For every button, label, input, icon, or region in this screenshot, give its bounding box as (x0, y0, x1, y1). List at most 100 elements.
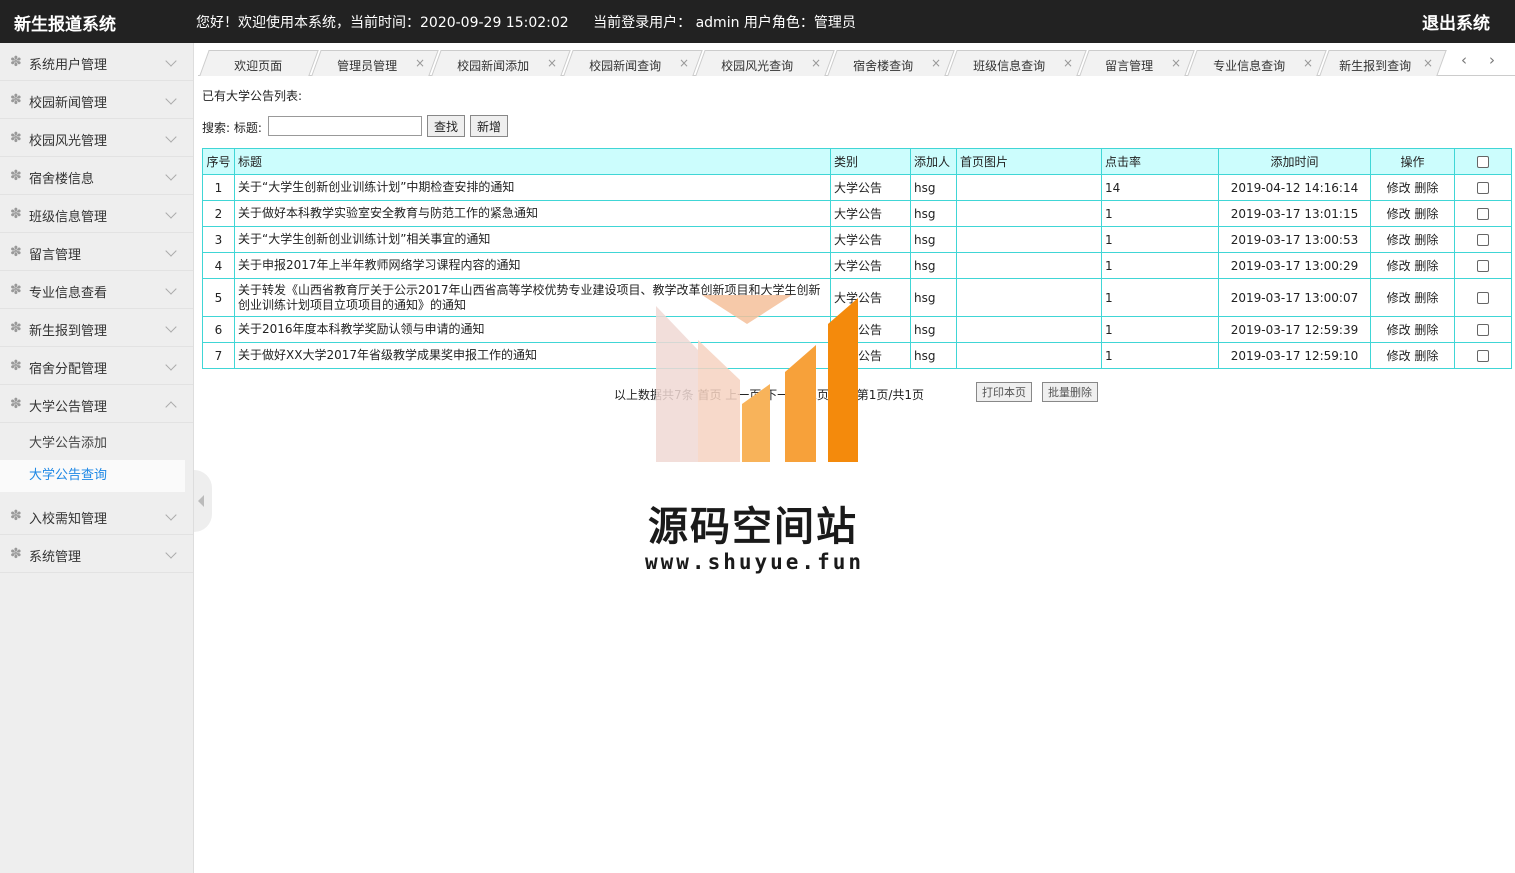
cell-time: 2019-03-17 13:00:53 (1218, 226, 1371, 253)
edit-link[interactable]: 修改 (1387, 207, 1411, 221)
cell-ops: 修改 删除 (1370, 316, 1455, 343)
edit-link[interactable]: 修改 (1387, 323, 1411, 337)
cell-clicks: 1 (1101, 226, 1219, 253)
close-icon[interactable]: × (1423, 56, 1433, 70)
delete-link[interactable]: 删除 (1414, 207, 1438, 221)
tab[interactable]: 欢迎页面 (199, 50, 319, 76)
sidebar-subitem[interactable]: 大学公告添加 (0, 428, 193, 460)
close-icon[interactable]: × (679, 56, 689, 70)
sidebar-item[interactable]: ✽ 班级信息管理 (0, 195, 193, 233)
cell-time: 2019-03-17 13:00:29 (1218, 252, 1371, 279)
row-checkbox[interactable] (1477, 324, 1489, 336)
cell-title: 关于做好本科教学实验室安全教育与防范工作的紧急通知 (234, 200, 831, 227)
sidebar-item[interactable]: ✽ 专业信息查看 (0, 271, 193, 309)
gear-icon: ✽ (10, 396, 22, 412)
delete-link[interactable]: 删除 (1414, 291, 1438, 305)
tab[interactable]: 班级信息查询 × (947, 50, 1087, 76)
close-icon[interactable]: × (1063, 56, 1073, 70)
sidebar-item-label: 校园风光管理 (29, 134, 108, 149)
tab[interactable]: 宿舍楼查询 × (827, 50, 955, 76)
gear-icon: ✽ (10, 320, 22, 336)
cell-select (1454, 252, 1512, 279)
close-icon[interactable]: × (811, 56, 821, 70)
sidebar-item[interactable]: ✽ 大学公告管理 (0, 385, 193, 423)
row-checkbox[interactable] (1477, 208, 1489, 220)
chevron-down-icon (165, 321, 177, 333)
tab[interactable]: 专业信息查询 × (1187, 50, 1327, 76)
delete-link[interactable]: 删除 (1414, 349, 1438, 363)
sidebar-item[interactable]: ✽ 新生报到管理 (0, 309, 193, 347)
tab[interactable]: 留言管理 × (1079, 50, 1195, 76)
sidebar-item[interactable]: ✽ 宿舍分配管理 (0, 347, 193, 385)
tab-label: 校园新闻查询 (589, 59, 662, 73)
add-button[interactable]: 新增 (470, 115, 509, 137)
row-checkbox[interactable] (1477, 350, 1489, 362)
cell-select (1454, 174, 1512, 201)
sidebar-item[interactable]: ✽ 系统管理 (0, 535, 193, 573)
cell-title: 关于“大学生创新创业训练计划”相关事宜的通知 (234, 226, 831, 253)
col-no: 序号 (202, 148, 235, 175)
edit-link[interactable]: 修改 (1387, 291, 1411, 305)
col-select-all (1454, 148, 1512, 175)
tab-label: 班级信息查询 (973, 59, 1046, 73)
sidebar-item[interactable]: ✽ 宿舍楼信息 (0, 157, 193, 195)
delete-link[interactable]: 删除 (1414, 233, 1438, 247)
cell-clicks: 1 (1101, 252, 1219, 279)
sidebar-item-label: 系统用户管理 (29, 58, 108, 73)
tab[interactable]: 校园新闻查询 × (563, 50, 703, 76)
list-title: 已有大学公告列表: (202, 89, 303, 103)
print-page-button[interactable]: 打印本页 (976, 382, 1032, 402)
cell-time: 2019-03-17 12:59:39 (1218, 316, 1371, 343)
cell-no: 7 (202, 342, 235, 369)
row-checkbox[interactable] (1477, 260, 1489, 272)
delete-link[interactable]: 删除 (1414, 259, 1438, 273)
row-checkbox[interactable] (1477, 182, 1489, 194)
tab[interactable]: 管理员管理 × (311, 50, 439, 76)
tab[interactable]: 校园新闻添加 × (431, 50, 571, 76)
search-title-input[interactable] (268, 116, 422, 136)
cell-image (956, 226, 1102, 253)
sidebar-item-label: 新生报到管理 (29, 324, 108, 339)
sidebar-item-label: 入校需知管理 (29, 512, 108, 527)
row-checkbox[interactable] (1477, 234, 1489, 246)
close-icon[interactable]: × (1171, 56, 1181, 70)
col-category: 类别 (830, 148, 911, 175)
edit-link[interactable]: 修改 (1387, 259, 1411, 273)
close-icon[interactable]: × (415, 56, 425, 70)
edit-link[interactable]: 修改 (1387, 233, 1411, 247)
sidebar-item[interactable]: ✽ 校园新闻管理 (0, 81, 193, 119)
sidebar-item[interactable]: ✽ 系统用户管理 (0, 43, 193, 81)
sidebar-subitem[interactable]: 大学公告查询 (0, 460, 185, 492)
sidebar-item[interactable]: ✽ 入校需知管理 (0, 497, 193, 535)
close-icon[interactable]: × (547, 56, 557, 70)
gear-icon: ✽ (10, 130, 22, 146)
cell-image (956, 316, 1102, 343)
tab-next-icon[interactable]: › (1478, 48, 1506, 74)
search-button[interactable]: 查找 (427, 115, 466, 137)
logout-button[interactable]: 退出系统 (1422, 9, 1490, 34)
tab-prev-icon[interactable]: ‹ (1450, 48, 1478, 74)
cell-title: 关于“大学生创新创业训练计划”中期检查安排的通知 (234, 174, 831, 201)
cell-title: 关于申报2017年上半年教师网络学习课程内容的通知 (234, 252, 831, 279)
sidebar-collapse-handle[interactable] (194, 470, 212, 532)
tab[interactable]: 校园风光查询 × (695, 50, 835, 76)
sidebar: ✽ 系统用户管理 ✽ 校园新闻管理 ✽ 校园风光管理 ✽ 宿舍楼信息 ✽ 班级信息管理 ✽ 留言管理 ✽… (0, 43, 194, 873)
batch-delete-button[interactable]: 批量删除 (1042, 382, 1098, 402)
edit-link[interactable]: 修改 (1387, 349, 1411, 363)
sidebar-item[interactable]: ✽ 校园风光管理 (0, 119, 193, 157)
delete-link[interactable]: 删除 (1414, 323, 1438, 337)
col-author: 添加人 (910, 148, 957, 175)
close-icon[interactable]: × (1303, 56, 1313, 70)
cell-no: 1 (202, 174, 235, 201)
close-icon[interactable]: × (931, 56, 941, 70)
delete-link[interactable]: 删除 (1414, 181, 1438, 195)
sidebar-item[interactable]: ✽ 留言管理 (0, 233, 193, 271)
select-all-checkbox[interactable] (1477, 156, 1489, 168)
edit-link[interactable]: 修改 (1387, 181, 1411, 195)
cell-image (956, 278, 1102, 317)
cell-clicks: 1 (1101, 342, 1219, 369)
sidebar-item-label: 宿舍楼信息 (29, 172, 95, 187)
gear-icon: ✽ (10, 546, 22, 562)
row-checkbox[interactable] (1477, 292, 1489, 304)
tab[interactable]: 新生报到查询 × (1319, 50, 1447, 76)
